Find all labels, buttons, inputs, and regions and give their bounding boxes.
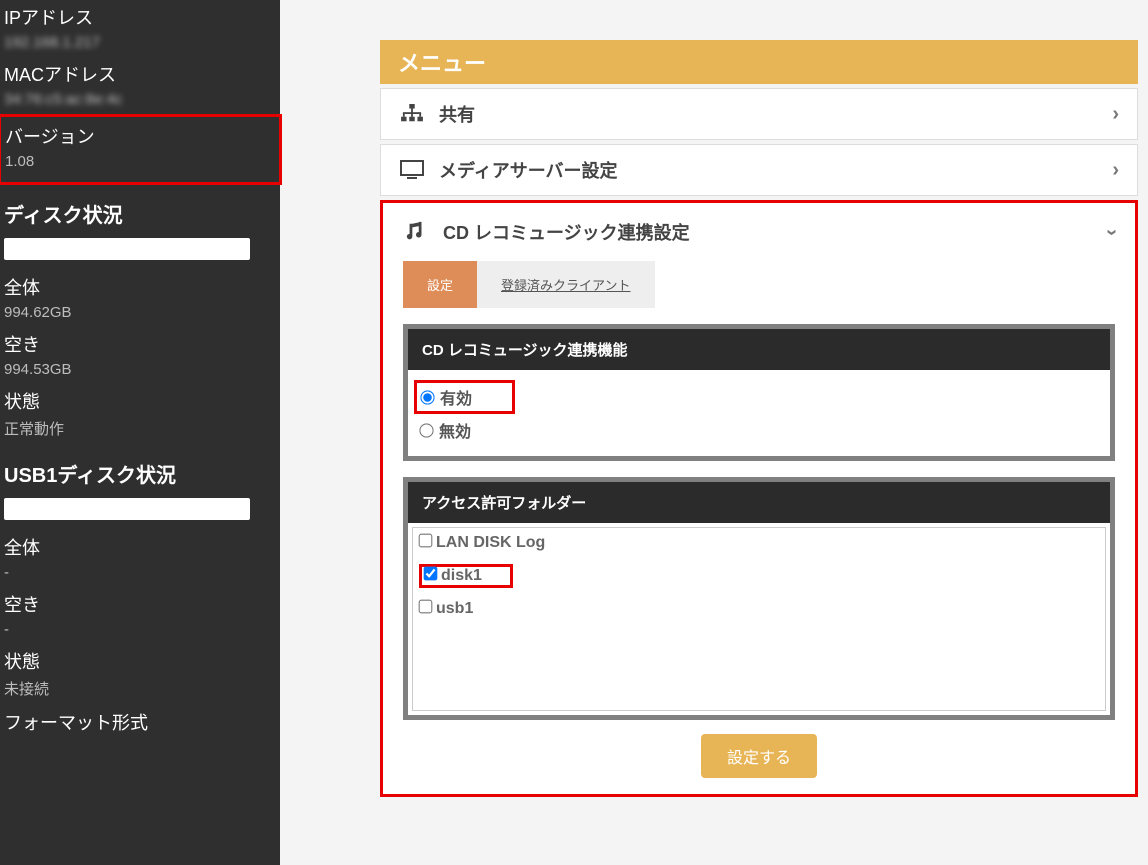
submit-button[interactable]: 設定する [701, 734, 817, 778]
usb-free-label: 空き [0, 587, 280, 619]
chevron-right-icon: › [1112, 159, 1119, 182]
usb-total-value: - [0, 562, 280, 587]
sidebar: IPアドレス 192.168.1.217 MACアドレス 34:76:c5:ac… [0, 0, 280, 865]
folder-panel-title: アクセス許可フォルダー [408, 482, 1110, 523]
monitor-icon [399, 160, 425, 180]
disk-free-value: 994.53GB [0, 359, 280, 384]
folder-panel: アクセス許可フォルダー LAN DISK Log disk1 [403, 477, 1115, 720]
radio-disable[interactable]: 無効 [420, 424, 471, 441]
folder-label: usb1 [436, 600, 473, 617]
folder-item-disk1[interactable]: disk1 [424, 567, 482, 584]
cdreco-panel: 設定 登録済みクライアント CD レコミュージック連携機能 有効 無効 [385, 257, 1133, 788]
radio-disable-label: 無効 [439, 424, 471, 441]
menu-item-label: CD レコミュージック連携設定 [443, 219, 1094, 245]
disk1-highlight: disk1 [419, 564, 513, 588]
usb-status-value: 未接続 [0, 676, 280, 705]
disk-status-label: 状態 [0, 384, 280, 416]
usb-section: USB1ディスク状況 [0, 445, 280, 496]
chevron-right-icon: › [1112, 103, 1119, 126]
version-value: 1.08 [5, 151, 275, 176]
usb-usage-bar [4, 498, 250, 520]
tab-bar: 設定 登録済みクライアント [403, 261, 1115, 308]
folder-checkbox[interactable] [419, 534, 433, 548]
disk-free-label: 空き [0, 327, 280, 359]
usb-free-value: - [0, 619, 280, 644]
disk-total-value: 994.62GB [0, 302, 280, 327]
usb-total-label: 全体 [0, 530, 280, 562]
version-label: バージョン [5, 119, 275, 151]
cdreco-highlight: CD レコミュージック連携設定 › 設定 登録済みクライアント CD レコミュー… [380, 200, 1138, 797]
disk-usage-bar [4, 238, 250, 260]
radio-disable-input[interactable] [419, 423, 433, 437]
format-label: フォーマット形式 [0, 705, 280, 737]
menu-item-label: メディアサーバー設定 [439, 157, 1098, 183]
folder-item-usb1[interactable]: usb1 [419, 600, 473, 617]
network-icon [399, 104, 425, 124]
folder-label: disk1 [441, 567, 482, 584]
disk-status-value: 正常動作 [0, 416, 280, 445]
music-icon [403, 221, 429, 243]
mac-value: 34:76:c5:ac:8e:4c [0, 89, 280, 114]
ip-value: 192.168.1.217 [0, 32, 280, 57]
ip-label: IPアドレス [0, 0, 280, 32]
disk-section: ディスク状況 [0, 185, 280, 236]
feature-panel-title: CD レコミュージック連携機能 [408, 329, 1110, 370]
version-highlight: バージョン 1.08 [0, 114, 282, 185]
folder-checkbox[interactable] [424, 567, 438, 581]
chevron-down-icon: › [1100, 229, 1123, 236]
folder-list[interactable]: LAN DISK Log disk1 u [412, 527, 1106, 711]
main-content: メニュー 共有 › メディアサーバー設定 › CD レコミュージック連携設定 ›… [280, 0, 1148, 865]
tab-clients[interactable]: 登録済みクライアント [477, 261, 654, 308]
radio-enable[interactable]: 有効 [421, 391, 472, 408]
mac-label: MACアドレス [0, 57, 280, 89]
radio-enable-label: 有効 [440, 391, 472, 408]
menu-item-share[interactable]: 共有 › [380, 88, 1138, 140]
menu-item-cdreco[interactable]: CD レコミュージック連携設定 › [385, 207, 1133, 257]
menu-header: メニュー [380, 40, 1138, 84]
tab-settings[interactable]: 設定 [403, 261, 477, 308]
enable-highlight: 有効 [414, 380, 515, 414]
radio-enable-input[interactable] [420, 390, 434, 404]
feature-panel: CD レコミュージック連携機能 有効 無効 [403, 324, 1115, 461]
folder-checkbox[interactable] [419, 600, 433, 614]
disk-total-label: 全体 [0, 270, 280, 302]
menu-item-label: 共有 [439, 101, 1098, 127]
usb-status-label: 状態 [0, 644, 280, 676]
menu-item-media-server[interactable]: メディアサーバー設定 › [380, 144, 1138, 196]
folder-label: LAN DISK Log [436, 534, 545, 551]
folder-item-landisklog[interactable]: LAN DISK Log [419, 534, 545, 551]
